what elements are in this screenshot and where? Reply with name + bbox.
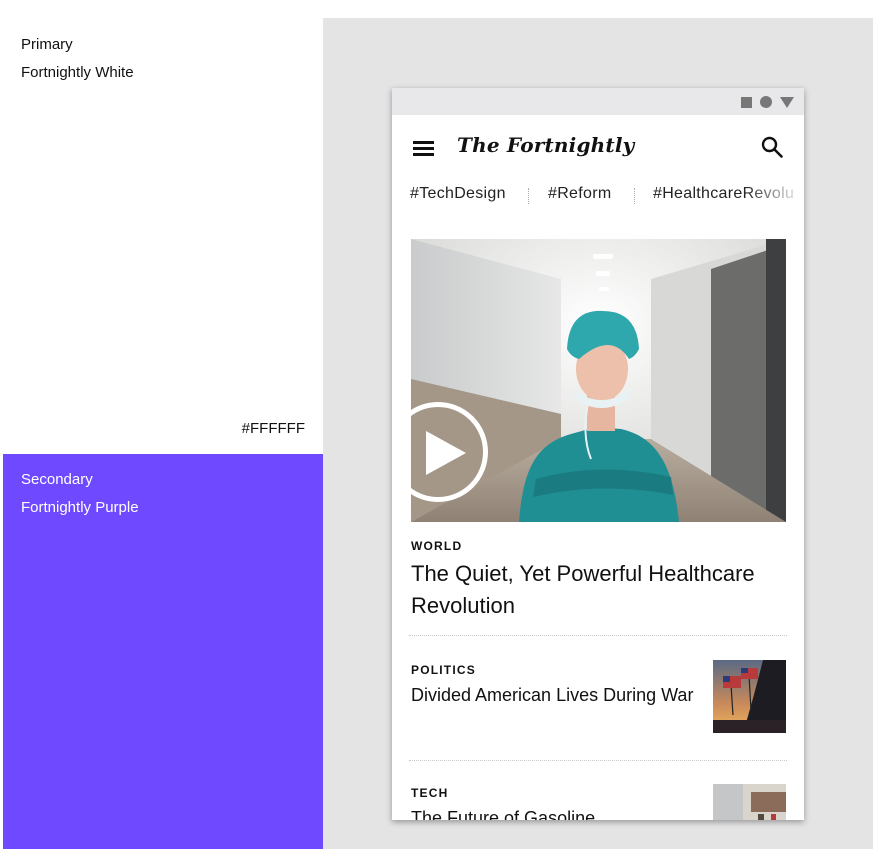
article-headline[interactable]: Divided American Lives During War [411,684,701,707]
secondary-color-name: Fortnightly Purple [21,499,139,516]
square-icon [741,96,752,108]
article-category: TECH [411,786,449,800]
play-icon [426,431,466,475]
triangle-icon [780,96,794,108]
primary-color-name: Fortnightly White [21,64,134,81]
article-thumbnail[interactable] [713,784,786,820]
secondary-swatch: Secondary Fortnightly Purple [3,454,323,849]
article-thumbnail[interactable] [713,660,786,733]
tag-reform[interactable]: #Reform [548,185,611,203]
tag-divider [528,188,529,204]
article-category: WORLD [411,539,463,553]
article-headline[interactable]: The Quiet, Yet Powerful Healthcare Revol… [411,558,781,622]
primary-hex-value: #FFFFFF [241,420,305,437]
secondary-role-label: Secondary [21,471,93,488]
primary-swatch: Primary Fortnightly White #FFFFFF [3,18,323,454]
primary-role-label: Primary [21,36,73,53]
circle-icon [760,96,772,108]
article-category: POLITICS [411,663,476,677]
status-bar [392,88,804,115]
article-headline[interactable]: The Future of Gasoline [411,807,701,820]
phone-frame: The Fortnightly #TechDesign #Reform #Hea… [392,88,804,820]
app-bar: The Fortnightly [392,115,804,179]
app-logo[interactable]: The Fortnightly [457,133,634,157]
tag-divider [634,188,635,204]
divider [409,635,787,636]
divider [409,760,787,761]
menu-icon[interactable] [412,139,436,157]
play-button[interactable] [392,402,488,502]
tag-scroller[interactable]: #TechDesign #Reform #HealthcareRevolu [392,179,804,217]
tag-techdesign[interactable]: #TechDesign [410,185,506,203]
search-icon[interactable] [760,135,784,159]
